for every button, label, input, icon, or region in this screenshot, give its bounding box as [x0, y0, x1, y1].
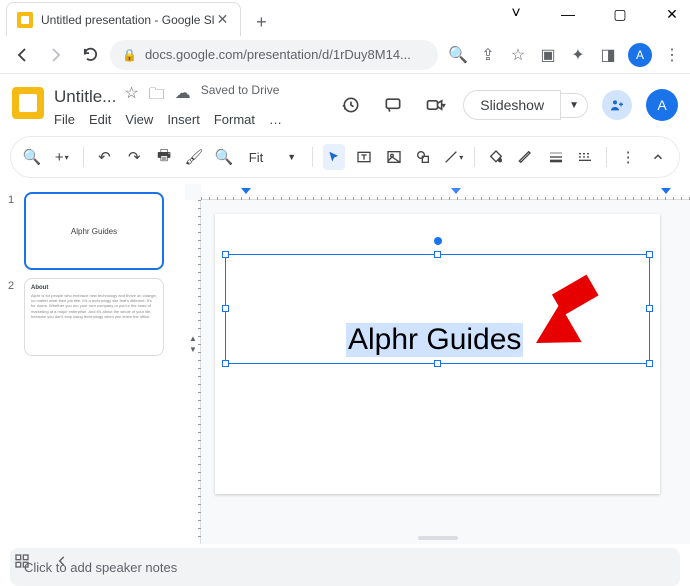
- menu-file[interactable]: File: [54, 112, 75, 127]
- browser-toolbar: 🔒 docs.google.com/presentation/d/1rDuy8M…: [0, 36, 690, 74]
- menu-insert[interactable]: Insert: [167, 112, 200, 127]
- extensions-icon[interactable]: ✦: [568, 45, 588, 65]
- window-titlebar: Untitled presentation - Google Sl ✕ + ˅ …: [0, 0, 690, 36]
- app-header: Untitle... ☆ 🗀 ☁ Saved to Drive File Edi…: [0, 74, 690, 130]
- resize-handle-mr[interactable]: [646, 305, 653, 312]
- menu-edit[interactable]: Edit: [89, 112, 111, 127]
- resize-handle-br[interactable]: [646, 360, 653, 367]
- grid-view-icon[interactable]: [12, 551, 32, 571]
- window-close-button[interactable]: ✕: [658, 0, 686, 28]
- slide-canvas[interactable]: Alphr Guides: [215, 214, 660, 494]
- tab-title: Untitled presentation - Google Sl: [41, 13, 214, 27]
- rotate-handle[interactable]: [434, 237, 442, 245]
- cloud-icon[interactable]: ☁: [175, 83, 191, 110]
- window-minimize-button[interactable]: —: [554, 0, 582, 28]
- profile-avatar[interactable]: A: [628, 43, 652, 67]
- resize-handle-bl[interactable]: [222, 360, 229, 367]
- slideshow-dropdown[interactable]: ▼: [561, 93, 588, 118]
- doc-title[interactable]: Untitle...: [54, 87, 116, 107]
- collapse-toolbar-icon[interactable]: [647, 144, 669, 170]
- menu-format[interactable]: Format: [214, 112, 255, 127]
- undo-icon[interactable]: ↶: [94, 144, 116, 170]
- comments-icon[interactable]: [379, 91, 407, 119]
- share-button[interactable]: [602, 90, 632, 120]
- textbox-tool-icon[interactable]: [353, 144, 375, 170]
- zoom-tool-icon[interactable]: 🔍: [213, 144, 235, 170]
- redo-icon[interactable]: ↷: [123, 144, 145, 170]
- border-dash-icon[interactable]: [575, 144, 597, 170]
- filmstrip-splitter[interactable]: ▲▼: [187, 334, 199, 354]
- image-tool-icon[interactable]: [383, 144, 405, 170]
- move-icon[interactable]: 🗀: [149, 83, 165, 110]
- ruler-indent-right-icon[interactable]: [661, 188, 671, 194]
- canvas-area: ▲▼ Alphr Guides: [185, 184, 690, 544]
- slide-thumb-1[interactable]: 1 Alphr Guides: [8, 192, 177, 270]
- save-status: Saved to Drive: [201, 83, 280, 110]
- resize-handle-tl[interactable]: [222, 251, 229, 258]
- slides-logo[interactable]: [12, 87, 44, 119]
- resize-handle-ml[interactable]: [222, 305, 229, 312]
- share-page-icon[interactable]: ⇪: [478, 45, 498, 65]
- reload-button[interactable]: [76, 41, 104, 69]
- filmstrip: 1 Alphr Guides 2 About Alphr is for peop…: [0, 184, 185, 544]
- line-tool-icon[interactable]: ▾: [442, 144, 464, 170]
- paint-format-icon[interactable]: 🖌: [183, 144, 205, 170]
- title-text[interactable]: Alphr Guides: [346, 323, 523, 357]
- resize-handle-tm[interactable]: [434, 251, 441, 258]
- ruler-center-icon[interactable]: [451, 188, 461, 194]
- bottom-bar: [12, 551, 72, 571]
- star-icon[interactable]: ☆: [124, 83, 138, 110]
- lock-icon: 🔒: [122, 48, 137, 62]
- forward-button[interactable]: [42, 41, 70, 69]
- window-dropdown-button[interactable]: ˅: [502, 0, 530, 28]
- menu-more[interactable]: …: [269, 112, 282, 127]
- fill-color-icon[interactable]: [485, 144, 507, 170]
- chrome-menu-icon[interactable]: ⋮: [662, 45, 682, 65]
- new-slide-icon[interactable]: +▾: [51, 144, 73, 170]
- print-icon[interactable]: 🖶: [153, 144, 175, 170]
- bookmark-icon[interactable]: ☆: [508, 45, 528, 65]
- speaker-notes[interactable]: Click to add speaker notes: [10, 548, 680, 586]
- shape-tool-icon[interactable]: [413, 144, 435, 170]
- more-tools-icon[interactable]: ⋮: [617, 144, 639, 170]
- prev-slide-icon[interactable]: [52, 551, 72, 571]
- zoom-dropdown[interactable]: Fit▼: [243, 150, 302, 165]
- tab-close-icon[interactable]: ✕: [214, 12, 230, 28]
- slides-favicon: [17, 12, 33, 28]
- border-weight-icon[interactable]: [545, 144, 567, 170]
- sidepanel-icon[interactable]: ◨: [598, 45, 618, 65]
- slideshow-button[interactable]: Slideshow ▼: [463, 90, 588, 120]
- horizontal-ruler[interactable]: [201, 184, 690, 200]
- meet-icon[interactable]: ▾: [421, 91, 449, 119]
- back-button[interactable]: [8, 41, 36, 69]
- window-maximize-button[interactable]: ▢: [606, 0, 634, 28]
- toolbar: 🔍 +▾ ↶ ↷ 🖶 🖌 🔍 Fit▼ ▾ ⋮: [10, 136, 680, 178]
- main-area: 1 Alphr Guides 2 About Alphr is for peop…: [0, 184, 690, 544]
- new-tab-button[interactable]: +: [247, 8, 275, 36]
- notes-splitter[interactable]: [418, 536, 458, 540]
- menubar: File Edit View Insert Format …: [54, 112, 282, 127]
- vertical-ruler[interactable]: [185, 200, 201, 544]
- zoom-icon[interactable]: 🔍: [448, 45, 468, 65]
- ruler-indent-left-icon[interactable]: [241, 188, 251, 194]
- url-text: docs.google.com/presentation/d/1rDuy8M14…: [145, 47, 411, 62]
- resize-handle-bm[interactable]: [434, 360, 441, 367]
- title-textbox[interactable]: Alphr Guides: [225, 254, 650, 364]
- select-tool-icon[interactable]: [323, 144, 345, 170]
- resize-handle-tr[interactable]: [646, 251, 653, 258]
- border-color-icon[interactable]: [515, 144, 537, 170]
- menu-view[interactable]: View: [125, 112, 153, 127]
- account-avatar[interactable]: A: [646, 89, 678, 121]
- search-menus-icon[interactable]: 🔍: [21, 144, 43, 170]
- browser-tab[interactable]: Untitled presentation - Google Sl ✕: [6, 2, 241, 36]
- slide-thumb-2[interactable]: 2 About Alphr is for people who embrace …: [8, 278, 177, 356]
- install-icon[interactable]: ▣: [538, 45, 558, 65]
- history-icon[interactable]: [337, 91, 365, 119]
- address-bar[interactable]: 🔒 docs.google.com/presentation/d/1rDuy8M…: [110, 40, 438, 70]
